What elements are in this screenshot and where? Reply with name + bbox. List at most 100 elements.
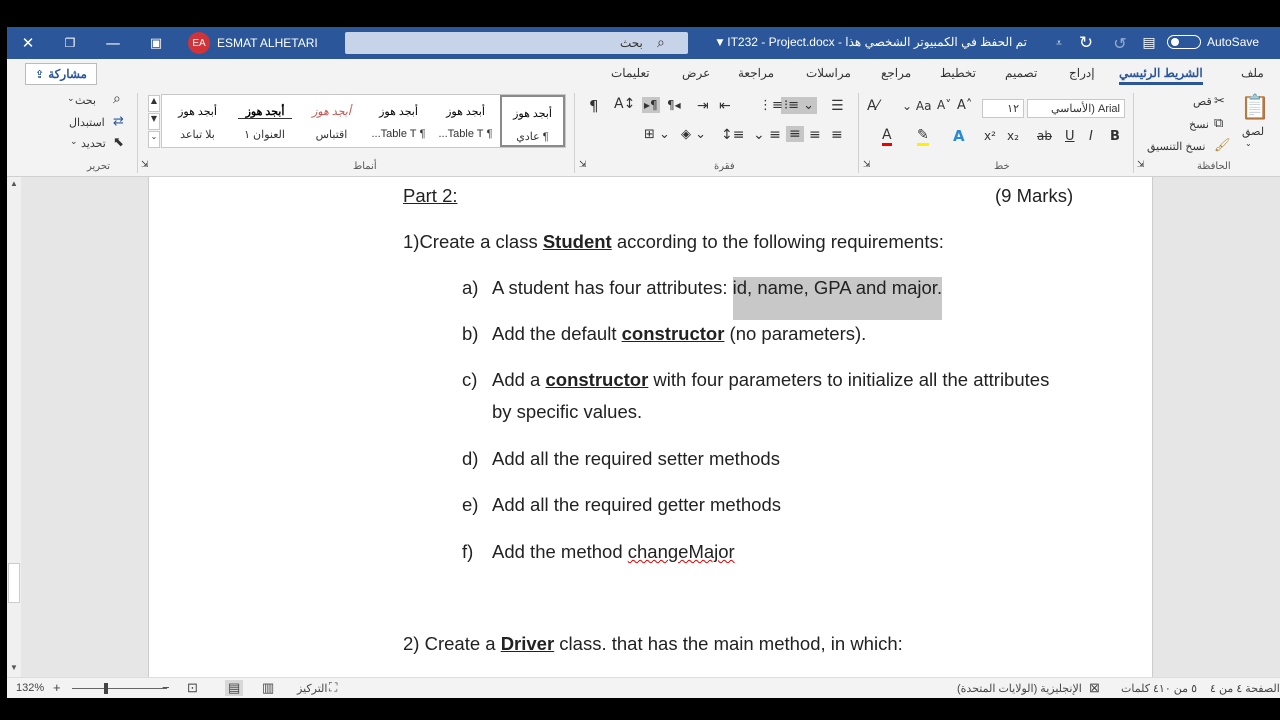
paste-dropdown-icon[interactable]: ⌄ <box>1245 139 1252 148</box>
align-right-icon[interactable]: ≡ <box>831 127 843 143</box>
ltr-icon[interactable]: ▸¶ <box>642 97 660 113</box>
scroll-up-icon[interactable]: ▲ <box>10 179 18 188</box>
font-size-select[interactable]: ١٢ <box>982 99 1024 118</box>
document-page[interactable]: Part 2: (9 Marks) 1)Create a class Stude… <box>148 177 1153 677</box>
tab-review[interactable]: مراجعة <box>738 66 774 80</box>
justify-icon[interactable]: ⌄ ≡ <box>753 127 781 143</box>
borders-icon[interactable]: ⊞ ⌄ <box>644 127 670 142</box>
language-label[interactable]: الإنجليزية (الولايات المتحدة) <box>957 682 1082 695</box>
align-center-icon[interactable]: ≡ <box>809 127 821 143</box>
styles-scroll-down-icon[interactable]: ▼ <box>148 113 160 130</box>
clipboard-launcher-icon[interactable]: ⇲ <box>1137 160 1145 170</box>
page-number[interactable]: الصفحة ٤ من ٤ <box>1210 682 1280 695</box>
tab-view[interactable]: عرض <box>682 66 710 80</box>
tab-references[interactable]: مراجع <box>881 66 911 80</box>
text-effects-icon[interactable]: A <box>953 127 965 145</box>
tab-home[interactable]: الشريط الرئيسي <box>1119 66 1203 85</box>
avatar[interactable]: EA <box>188 32 210 54</box>
superscript-icon[interactable]: x² <box>984 129 996 143</box>
sort-icon[interactable]: A↕ <box>614 96 635 112</box>
paste-label[interactable]: لصق <box>1242 125 1264 138</box>
zoom-level[interactable]: 132% <box>16 682 44 694</box>
format-painter-label[interactable]: نسخ التنسيق <box>1147 140 1205 153</box>
tab-file[interactable]: ملف <box>1241 66 1264 80</box>
proofing-icon[interactable]: ⊠ <box>1089 680 1100 696</box>
styles-launcher-icon[interactable]: ⇲ <box>141 160 149 170</box>
numbering-icon[interactable]: ⁝≡ ⌄ <box>781 97 818 114</box>
undo-icon[interactable]: ↺ <box>1109 27 1131 59</box>
share-button[interactable]: مشاركة ⇪ <box>25 63 97 85</box>
restore-icon[interactable]: ❐ <box>59 27 81 59</box>
select-dropdown-icon[interactable]: ⌄ <box>70 137 78 147</box>
font-name-select[interactable]: Arial (الأساسي <box>1027 99 1125 118</box>
customize-qat-icon[interactable]: ⩡ <box>1051 27 1067 59</box>
autosave-toggle[interactable]: AutoSave <box>1167 35 1259 49</box>
user-name[interactable]: ESMAT ALHETARI <box>217 36 318 50</box>
bold-icon[interactable]: B <box>1110 129 1120 144</box>
style-normal[interactable]: أبجد هوز ¶ عادي <box>500 95 565 147</box>
tab-design[interactable]: تصميم <box>1005 66 1037 80</box>
title-dropdown-icon[interactable]: ▼ <box>713 27 727 59</box>
read-mode-icon[interactable]: ▥ <box>262 680 274 696</box>
scrollbar-thumb[interactable] <box>8 563 20 603</box>
italic-icon[interactable]: I <box>1089 129 1093 144</box>
style-table-2[interactable]: أبجد هوز ¶ Table T... <box>366 95 431 147</box>
replace-icon[interactable]: ⇄ <box>113 114 124 129</box>
tab-layout[interactable]: تخطيط <box>940 66 976 80</box>
strikethrough-icon[interactable]: ab <box>1037 129 1052 143</box>
shrink-font-icon[interactable]: A˅ <box>937 98 951 112</box>
focus-icon[interactable]: ⛶ <box>329 680 337 695</box>
save-icon[interactable]: ▤ <box>1139 27 1159 59</box>
zoom-in-icon[interactable]: + <box>53 680 61 695</box>
close-icon[interactable]: ✕ <box>15 27 41 59</box>
word-count[interactable]: ٥ من ٤١٠ كلمات <box>1121 682 1197 695</box>
find-dropdown-icon[interactable]: ⌄ <box>67 94 75 104</box>
web-layout-icon[interactable]: ⊡ <box>187 680 198 696</box>
search-box[interactable]: بحث ⌕ <box>345 32 688 54</box>
clear-formatting-icon[interactable]: A⁄ <box>867 98 879 114</box>
bullets-icon[interactable]: ☰ <box>831 98 844 114</box>
show-formatting-icon[interactable]: ¶ <box>589 97 599 115</box>
shading-icon[interactable]: ◈ ⌄ <box>681 127 706 142</box>
style-no-spacing[interactable]: أبجد هوز بلا تباعد <box>165 95 230 147</box>
decrease-indent-icon[interactable]: ⇤ <box>719 98 731 114</box>
zoom-out-icon[interactable]: − <box>162 680 170 695</box>
zoom-slider-thumb[interactable] <box>104 683 108 694</box>
font-color-icon[interactable]: A <box>882 127 892 146</box>
print-layout-icon[interactable]: ▤ <box>225 680 244 696</box>
increase-indent-icon[interactable]: ⇥ <box>697 98 709 114</box>
tab-mailings[interactable]: مراسلات <box>806 66 851 80</box>
multilevel-list-icon[interactable]: ⋮≡ <box>759 98 783 113</box>
copy-label[interactable]: نسخ <box>1189 118 1209 131</box>
paste-icon[interactable]: 📋 <box>1240 93 1270 121</box>
ribbon-display-icon[interactable]: ▣ <box>145 27 167 59</box>
minimize-icon[interactable]: — <box>102 27 124 59</box>
rtl-icon[interactable]: ¶◂ <box>667 98 681 112</box>
style-quote[interactable]: أبجد هوز اقتباس <box>299 95 364 147</box>
redo-icon[interactable]: ↻ <box>1075 27 1097 59</box>
style-heading-1[interactable]: أبجد هوز العنوان ١ <box>232 95 297 147</box>
scroll-down-icon[interactable]: ▼ <box>10 663 18 672</box>
tab-help[interactable]: تعليمات <box>611 66 650 80</box>
format-painter-icon[interactable]: 🖌 <box>1214 138 1231 153</box>
replace-label[interactable]: استبدال <box>69 116 105 129</box>
vertical-scrollbar[interactable]: ▲ ▼ <box>7 177 21 677</box>
paragraph-launcher-icon[interactable]: ⇲ <box>579 160 587 170</box>
styles-more-icon[interactable]: ⌄ <box>148 131 160 148</box>
highlight-color-icon[interactable]: ✎ <box>917 127 929 146</box>
change-case-icon[interactable]: ⌄ Aa <box>902 99 931 113</box>
underline-icon[interactable]: U <box>1065 129 1075 144</box>
select-label[interactable]: تحديد <box>81 137 106 150</box>
subscript-icon[interactable]: x₂ <box>1007 129 1019 143</box>
find-label[interactable]: بحث <box>75 94 96 107</box>
style-table-1[interactable]: أبجد هوز ¶ Table T... <box>433 95 498 147</box>
focus-label[interactable]: التركيز <box>297 682 327 695</box>
cut-icon[interactable]: ✂ <box>1214 94 1225 109</box>
copy-icon[interactable]: ⧉ <box>1214 116 1223 131</box>
align-left-icon[interactable]: ≡ <box>786 126 804 142</box>
grow-font-icon[interactable]: A˄ <box>957 98 972 113</box>
cut-label[interactable]: قص <box>1193 95 1212 108</box>
line-spacing-icon[interactable]: ↕≡ <box>721 127 744 143</box>
styles-scroll-up-icon[interactable]: ▲ <box>148 95 160 112</box>
font-launcher-icon[interactable]: ⇲ <box>863 160 871 170</box>
